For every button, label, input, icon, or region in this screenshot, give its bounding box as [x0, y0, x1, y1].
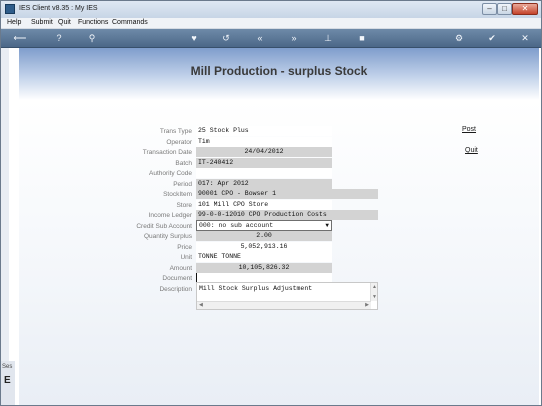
label-description: Description: [159, 286, 192, 293]
scroll-left-icon[interactable]: ◀: [199, 302, 203, 308]
price-field[interactable]: 5,052,913.16: [196, 242, 332, 252]
application-window: IES Client v8.35 : My IES – □ ✕ Help Sub…: [0, 0, 542, 406]
scroll-down-icon[interactable]: ▼: [372, 294, 377, 300]
close-icon[interactable]: ✕: [519, 32, 531, 45]
store-field[interactable]: 101 Mill CPO Store: [196, 200, 332, 210]
description-text: Mill Stock Surplus Adjustment: [199, 285, 313, 292]
refresh-icon[interactable]: ↺: [220, 32, 232, 45]
menu-quit[interactable]: Quit: [58, 19, 71, 26]
dropdown-arrow-icon[interactable]: ▼: [325, 221, 329, 230]
left-strip: [1, 48, 9, 405]
amount-field[interactable]: 10,105,826.32: [196, 263, 332, 273]
label-authority-code: Authority Code: [149, 170, 192, 177]
quit-link[interactable]: Quit: [465, 147, 478, 154]
minimize-button[interactable]: –: [482, 3, 497, 15]
side-tab-text: Ses: [2, 364, 13, 370]
menu-submit[interactable]: Submit: [31, 19, 53, 26]
operator-field[interactable]: Tim: [196, 137, 332, 147]
label-store: Store: [176, 202, 192, 209]
label-transaction-date: Transaction Date: [142, 149, 192, 156]
label-period: Period: [173, 181, 192, 188]
content-area: Mill Production - surplus Stock Trans Ty…: [1, 48, 541, 405]
menu-bar: Help Submit Quit Functions Commands: [1, 18, 541, 29]
credit-sub-account-select[interactable]: 000: no sub account ▼: [196, 220, 332, 231]
search-icon[interactable]: ⚲: [86, 32, 98, 45]
heart-icon[interactable]: ♥: [188, 32, 200, 45]
help-icon[interactable]: ?: [53, 32, 65, 45]
pin-icon[interactable]: ⊥: [322, 32, 334, 45]
label-income-ledger: Income Ledger: [148, 212, 192, 219]
stockitem-field[interactable]: 90001 CPO - Bowser 1: [196, 189, 378, 199]
label-trans-type: Trans Type: [159, 128, 192, 135]
side-tab-letter: E: [4, 375, 11, 386]
unit-field[interactable]: TONNE TONNE: [196, 252, 332, 262]
label-quantity-surplus: Quantity Surplus: [143, 233, 192, 240]
stop-icon[interactable]: ■: [356, 32, 368, 45]
authority-code-field[interactable]: [196, 168, 332, 178]
description-textarea[interactable]: Mill Stock Surplus Adjustment ▲ ▼ ◀ ▶: [196, 282, 378, 310]
label-operator: Operator: [166, 139, 192, 146]
period-field[interactable]: 017: Apr 2012: [196, 179, 332, 189]
label-document: Document: [162, 275, 192, 282]
credit-sub-account-value: 000: no sub account: [199, 222, 274, 229]
menu-help[interactable]: Help: [7, 19, 21, 26]
quantity-surplus-field[interactable]: 2.00: [196, 231, 332, 241]
forward-icon[interactable]: »: [288, 32, 300, 45]
window-title: IES Client v8.35 : My IES: [19, 5, 98, 12]
label-credit-sub-account: Credit Sub Account: [136, 223, 192, 230]
label-stockitem: StockItem: [163, 191, 192, 198]
batch-field[interactable]: IT-240412: [196, 158, 332, 168]
label-batch: Batch: [175, 160, 192, 167]
label-price: Price: [177, 244, 192, 251]
page-title: Mill Production - surplus Stock: [190, 64, 368, 78]
label-unit: Unit: [180, 254, 192, 261]
back-arrow-icon[interactable]: ⟵: [9, 32, 31, 45]
side-tab[interactable]: Ses E: [1, 361, 15, 405]
menu-commands[interactable]: Commands: [112, 19, 148, 26]
close-window-button[interactable]: ✕: [512, 3, 538, 15]
description-horizontal-scrollbar[interactable]: ◀ ▶: [197, 301, 371, 309]
transaction-date-field[interactable]: 24/04/2012: [196, 147, 332, 157]
app-icon: [5, 4, 15, 14]
trans-type-field[interactable]: 25 Stock Plus: [196, 126, 332, 136]
settings-icon[interactable]: ⚙: [453, 32, 465, 45]
maximize-button[interactable]: □: [497, 3, 512, 15]
toolbar: ⟵ ? ⚲ ♥ ↺ « » ⊥ ■ ⚙ ✔ ✕: [1, 29, 541, 48]
label-amount: Amount: [169, 265, 192, 272]
income-ledger-field[interactable]: 99-0-0-12010 CPO Production Costs: [196, 210, 378, 220]
scroll-up-icon[interactable]: ▲: [372, 284, 377, 290]
menu-functions[interactable]: Functions: [78, 19, 108, 26]
rewind-icon[interactable]: «: [254, 32, 266, 45]
description-vertical-scrollbar[interactable]: ▲ ▼: [370, 283, 377, 301]
title-bar[interactable]: IES Client v8.35 : My IES – □ ✕: [1, 1, 541, 18]
ok-icon[interactable]: ✔: [486, 32, 498, 45]
scroll-right-icon[interactable]: ▶: [365, 302, 369, 308]
post-link[interactable]: Post: [462, 126, 476, 133]
